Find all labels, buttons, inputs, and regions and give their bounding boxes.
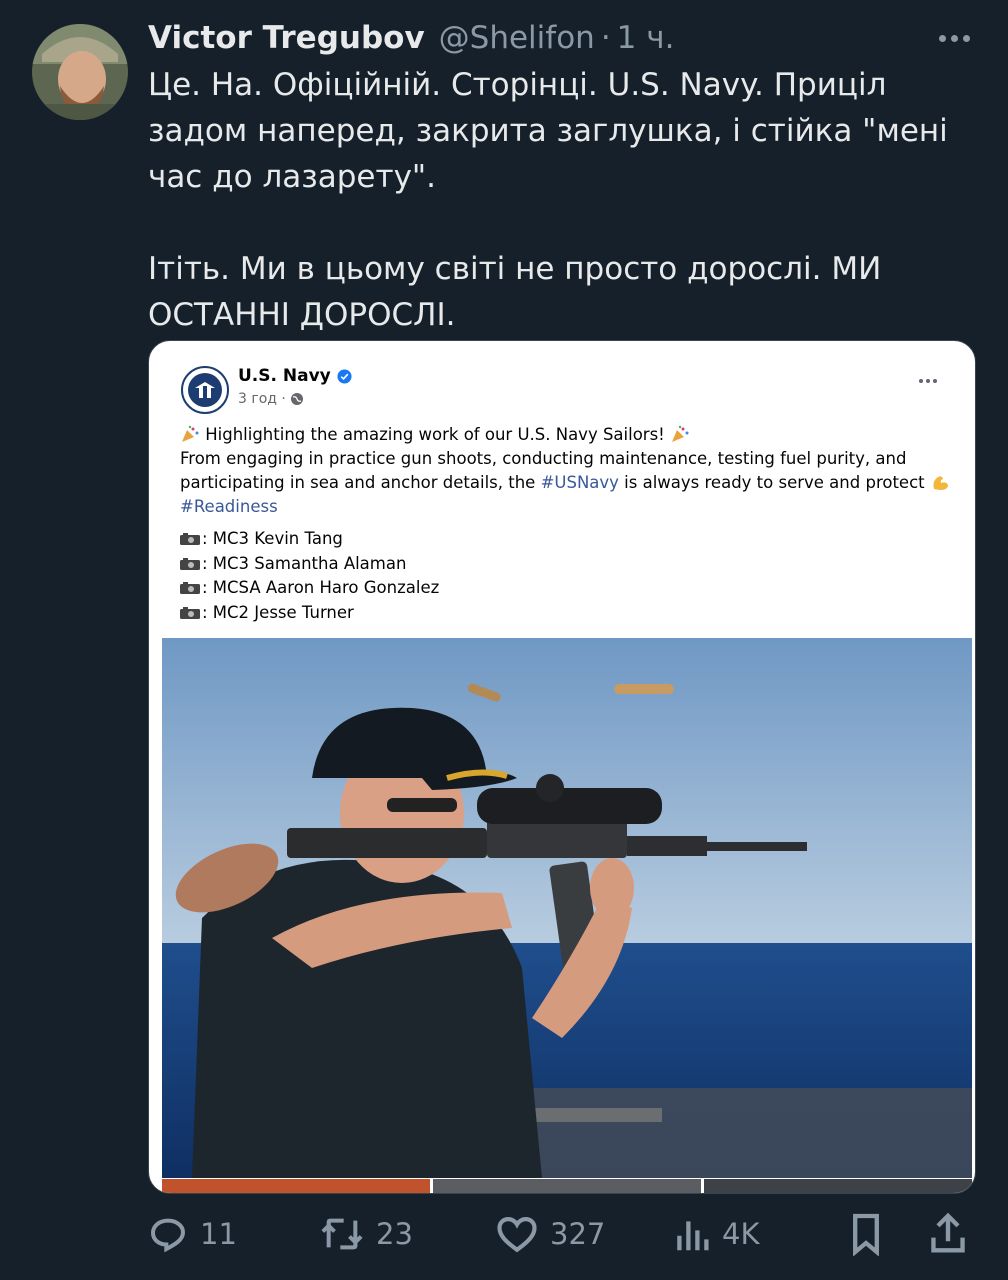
author-avatar[interactable] (32, 24, 128, 120)
hashtag-usnavy: #USNavy (540, 473, 619, 492)
tweet: Victor Tregubov @Shelifon · 1 ч. Це. На.… (0, 0, 1008, 1280)
credit-item: : MCSA Aaron Haro Gonzalez (180, 576, 439, 601)
like-icon (497, 1217, 537, 1253)
camera-icon (180, 582, 200, 594)
credit-text: : MC2 Jesse Turner (202, 602, 354, 622)
verified-icon (337, 368, 352, 384)
navy-logo-icon (181, 366, 229, 414)
post-photo (162, 638, 972, 1178)
retweet-button[interactable]: 23 (320, 1206, 413, 1262)
more-icon[interactable] (930, 22, 978, 54)
post-line-2: From engaging in practice gun shoots, co… (180, 449, 907, 468)
post-line-1: Highlighting the amazing work of our U.S… (180, 423, 950, 447)
camera-icon (180, 533, 200, 545)
page-name-text: U.S. Navy (238, 366, 331, 386)
post-meta: 3 год · (238, 391, 304, 407)
post-line-3: participating in sea and anchor details,… (180, 471, 950, 495)
reply-count: 11 (200, 1217, 237, 1251)
bookmark-icon (853, 1213, 879, 1256)
share-button[interactable] (928, 1206, 968, 1262)
photo-strip (162, 1179, 972, 1193)
credit-text: : MC3 Kevin Tang (202, 529, 343, 548)
page-name[interactable]: U.S. Navy (238, 366, 352, 386)
credit-item: : MC2 Jesse Turner (180, 601, 439, 626)
author-handle[interactable]: @Shelifon (439, 20, 595, 56)
post-line-1-text: Highlighting the amazing work of our U.S… (200, 425, 671, 444)
tweet-timestamp[interactable]: 1 ч. (617, 20, 675, 56)
globe-icon (290, 393, 303, 405)
hashtag-readiness: #Readiness (180, 497, 278, 516)
tweet-header: Victor Tregubov @Shelifon · 1 ч. (148, 18, 674, 58)
retweet-count: 23 (376, 1217, 413, 1251)
photo-credits: : MC3 Kevin Tang : MC3 Samantha Alaman :… (180, 527, 439, 625)
post-text: Highlighting the amazing work of our U.S… (180, 423, 950, 519)
camera-icon (180, 606, 200, 619)
author-name[interactable]: Victor Tregubov (148, 20, 425, 56)
separator: · (600, 20, 611, 56)
retweet-icon (321, 1218, 363, 1250)
like-button[interactable]: 327 (496, 1206, 605, 1262)
share-icon (931, 1212, 965, 1253)
party-popper-icon (182, 425, 199, 442)
views-icon (677, 1221, 709, 1251)
bookmark-button[interactable] (848, 1206, 884, 1262)
post-more-icon (919, 379, 937, 383)
tweet-paragraph-1: Це. На. Офіційній. Сторінці. U.S. Navy. … (148, 67, 948, 195)
credit-item: : MC3 Samantha Alaman (180, 552, 439, 577)
views-count: 4K (722, 1217, 760, 1251)
flexed-bicep-icon (933, 476, 948, 490)
post-time: 3 год · (238, 391, 286, 407)
tweet-paragraph-2: Ітіть. Ми в цьому світі не просто доросл… (148, 251, 882, 333)
reply-button[interactable]: 11 (148, 1206, 237, 1262)
embedded-post-image[interactable]: U.S. Navy 3 год · Highlighting the amazi… (148, 340, 976, 1194)
credit-text: : MC3 Samantha Alaman (202, 553, 407, 573)
like-count: 327 (550, 1217, 606, 1251)
camera-icon (180, 557, 200, 570)
credit-item: : MC3 Kevin Tang (180, 527, 439, 552)
credit-text: : MCSA Aaron Haro Gonzalez (202, 578, 440, 597)
tweet-actions: 11 23 327 4K (148, 1206, 978, 1262)
post-line-3-before: participating in sea and anchor details,… (180, 473, 541, 492)
party-popper-icon (672, 425, 689, 442)
post-line-3-after: is always ready to serve and protect (618, 473, 930, 492)
tweet-text: Це. На. Офіційній. Сторінці. U.S. Navy. … (148, 62, 978, 384)
views-button[interactable]: 4K (674, 1206, 759, 1262)
reply-icon (150, 1218, 186, 1253)
